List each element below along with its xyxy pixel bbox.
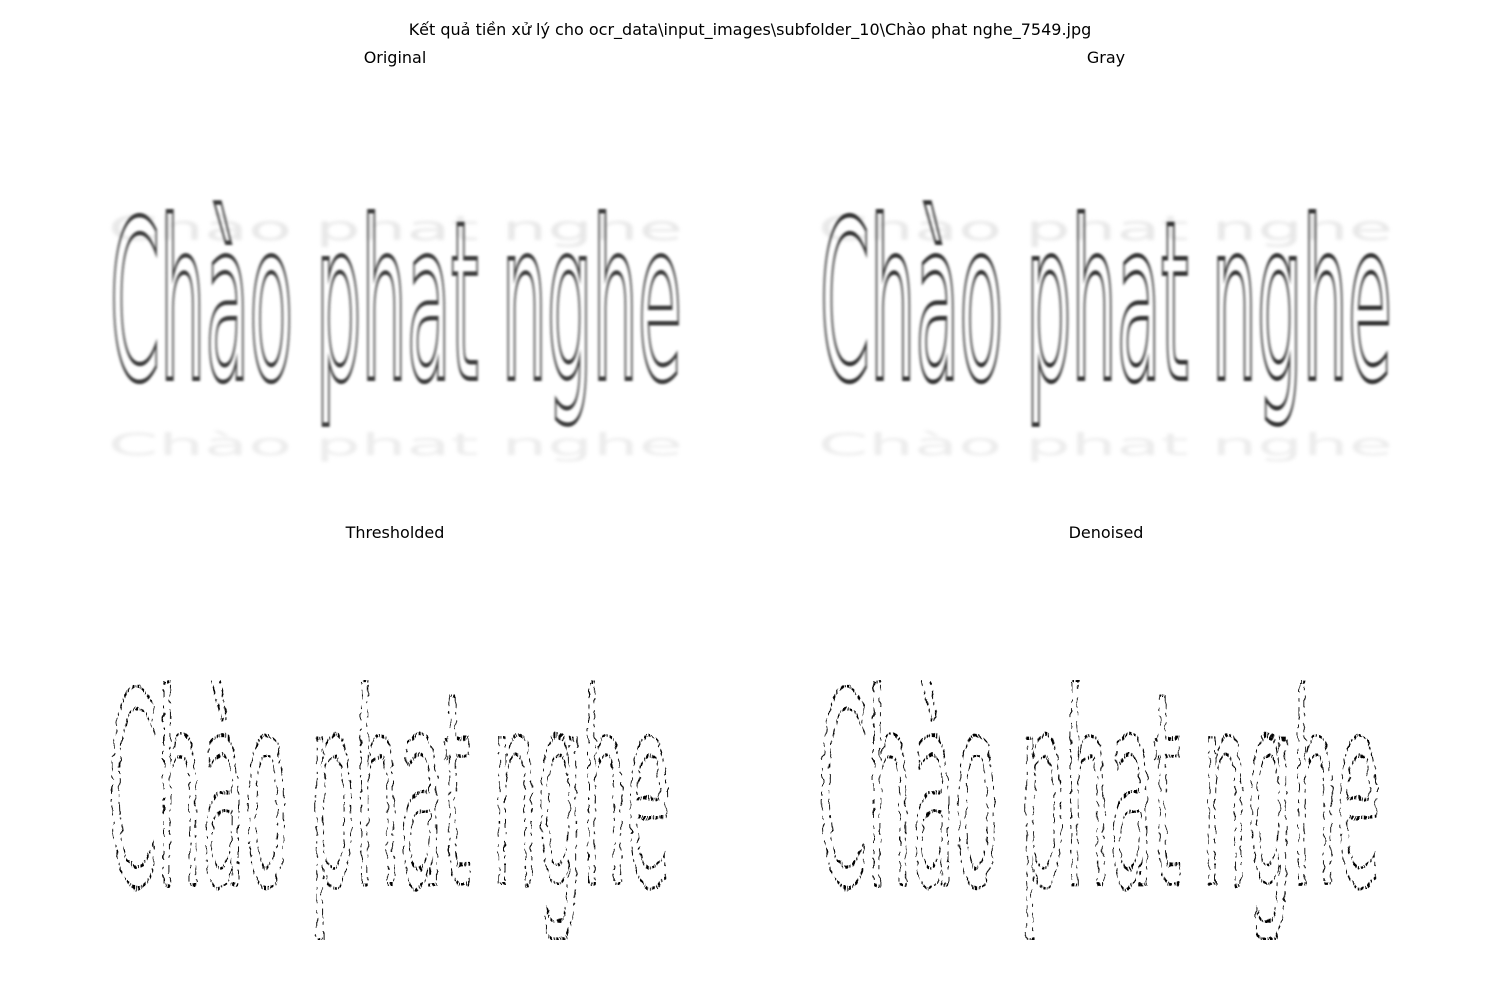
ghost-text-row: Chào phat nghe xyxy=(818,428,1393,463)
denoised-image: Chào phat nghe xyxy=(818,680,1382,940)
figure-title: Kết quả tiền xử lý cho ocr_data\input_im… xyxy=(408,20,1092,39)
panel-title-thresholded: Thresholded xyxy=(345,523,445,542)
original-image: Chào phat nghe Chào phat nghe Chào phat … xyxy=(108,172,684,463)
image-text: Chào phat nghe xyxy=(818,680,1380,940)
image-text: Chào phat nghe xyxy=(110,174,682,430)
gray-image-panel: Chào phat nghe Chào phat nghe Chào phat … xyxy=(818,170,1398,515)
original-image-panel: Chào phat nghe Chào phat nghe Chào phat … xyxy=(108,170,688,515)
thresholded-image-panel: Chào phat nghe xyxy=(108,680,673,940)
panel-title-denoised: Denoised xyxy=(1068,523,1144,542)
thresholded-image: Chào phat nghe xyxy=(108,680,672,940)
image-text: Chào phat nghe xyxy=(820,174,1392,430)
image-text: Chào phat nghe xyxy=(108,680,670,940)
gray-image: Chào phat nghe Chào phat nghe Chào phat … xyxy=(818,172,1394,463)
panel-title-gray: Gray xyxy=(1086,48,1126,67)
panel-title-original: Original xyxy=(363,48,427,67)
ghost-text-row: Chào phat nghe xyxy=(108,428,683,463)
denoised-image-panel: Chào phat nghe xyxy=(818,680,1383,940)
